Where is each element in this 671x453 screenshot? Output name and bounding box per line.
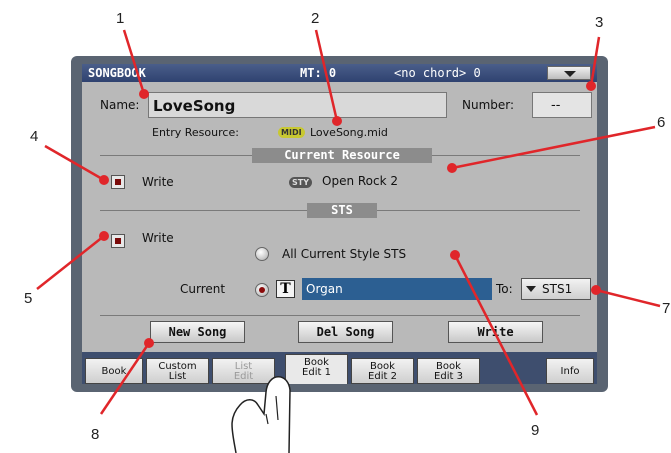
callout-dot-8 <box>144 338 154 348</box>
callout-dot-9 <box>450 250 460 260</box>
callout-line-9 <box>453 254 539 416</box>
callout-number-5: 5 <box>24 290 33 307</box>
callout-line-5 <box>36 235 105 290</box>
callout-dot-7 <box>591 285 601 295</box>
callout-dot-3 <box>586 81 596 91</box>
callout-number-2: 2 <box>311 10 320 27</box>
callout-dot-4 <box>99 175 109 185</box>
callout-line-4 <box>44 144 105 182</box>
callout-number-8: 8 <box>91 426 100 443</box>
callout-line-8 <box>99 342 151 415</box>
callout-line-6 <box>451 125 656 170</box>
callout-dot-1 <box>139 89 149 99</box>
callout-number-6: 6 <box>657 114 666 131</box>
callout-dot-5 <box>99 231 109 241</box>
callout-line-7 <box>595 288 661 308</box>
callout-number-3: 3 <box>595 14 604 31</box>
callout-overlay <box>36 29 661 453</box>
callout-number-9: 9 <box>531 422 540 439</box>
callout-number-7: 7 <box>662 300 671 317</box>
callout-line-3 <box>589 36 601 87</box>
callout-number-4: 4 <box>30 128 39 145</box>
callout-number-1: 1 <box>116 10 125 27</box>
pointing-hand-icon <box>231 376 291 453</box>
callout-line-1 <box>122 29 146 95</box>
callout-line-2 <box>314 29 339 122</box>
callout-dot-2 <box>332 116 342 126</box>
callout-dot-6 <box>447 163 457 173</box>
